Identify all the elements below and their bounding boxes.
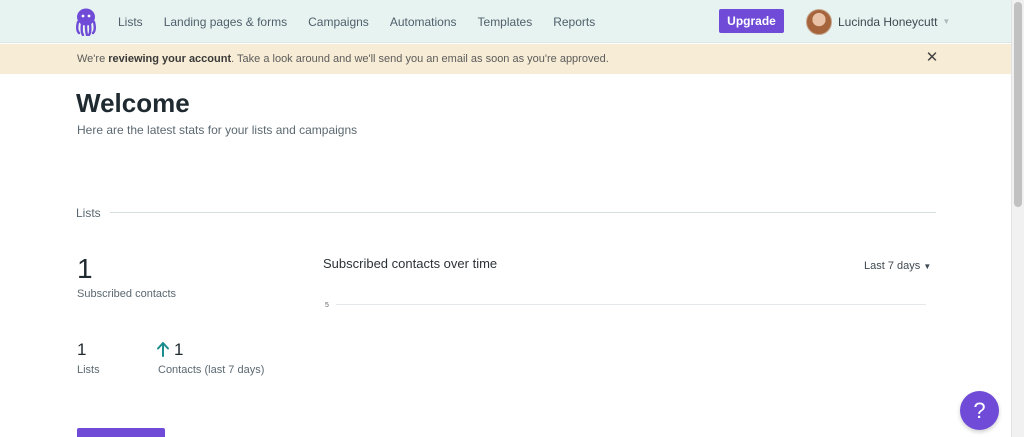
chevron-down-icon: ▼ xyxy=(942,17,951,26)
contacts-7days-count: 1 xyxy=(174,340,184,359)
help-button[interactable]: ? xyxy=(960,391,999,430)
date-range-dropdown[interactable]: Last 7 days ▼ xyxy=(864,260,931,272)
lists-section-label: Lists xyxy=(76,206,101,220)
y-tick-label: 5 xyxy=(325,302,329,309)
account-review-banner: We're reviewing your account. Take a loo… xyxy=(0,44,1011,74)
nav-automations[interactable]: Automations xyxy=(390,15,457,29)
page-subtitle: Here are the latest stats for your lists… xyxy=(77,123,358,137)
subscribed-contacts-label: Subscribed contacts xyxy=(77,288,177,300)
user-menu[interactable]: Lucinda Honeycutt ▼ xyxy=(806,8,950,35)
contacts-7days-label: Contacts (last 7 days) xyxy=(158,364,265,376)
lists-count-label: Lists xyxy=(77,364,100,376)
top-nav: Lists Landing pages & forms Campaigns Au… xyxy=(0,0,1011,43)
banner-message: We're reviewing your account. Take a loo… xyxy=(77,53,609,65)
close-icon[interactable]: ✕ xyxy=(925,50,939,66)
chart-title: Subscribed contacts over time xyxy=(323,256,498,271)
page-scrollbar[interactable] xyxy=(1011,0,1024,437)
nav-templates[interactable]: Templates xyxy=(478,15,533,29)
arrow-up-icon xyxy=(157,342,169,357)
avatar xyxy=(806,8,832,35)
nav-landing-pages-forms[interactable]: Landing pages & forms xyxy=(164,15,287,29)
section-divider xyxy=(110,212,936,213)
subscribed-contacts-count: 1 xyxy=(77,253,93,284)
nav-reports[interactable]: Reports xyxy=(553,15,595,29)
lists-count: 1 xyxy=(77,340,87,359)
octopus-logo-icon[interactable] xyxy=(74,8,98,36)
primary-action-button[interactable] xyxy=(77,428,165,437)
subscribed-contacts-chart: 5 xyxy=(325,302,926,309)
upgrade-button[interactable]: Upgrade xyxy=(719,9,784,33)
user-name: Lucinda Honeycutt xyxy=(838,14,938,29)
scrollbar-thumb[interactable] xyxy=(1014,2,1022,207)
main-nav: Lists Landing pages & forms Campaigns Au… xyxy=(118,0,616,43)
page-title: Welcome xyxy=(76,88,190,118)
nav-lists[interactable]: Lists xyxy=(118,15,143,29)
nav-campaigns[interactable]: Campaigns xyxy=(308,15,369,29)
caret-down-icon: ▼ xyxy=(923,262,932,271)
